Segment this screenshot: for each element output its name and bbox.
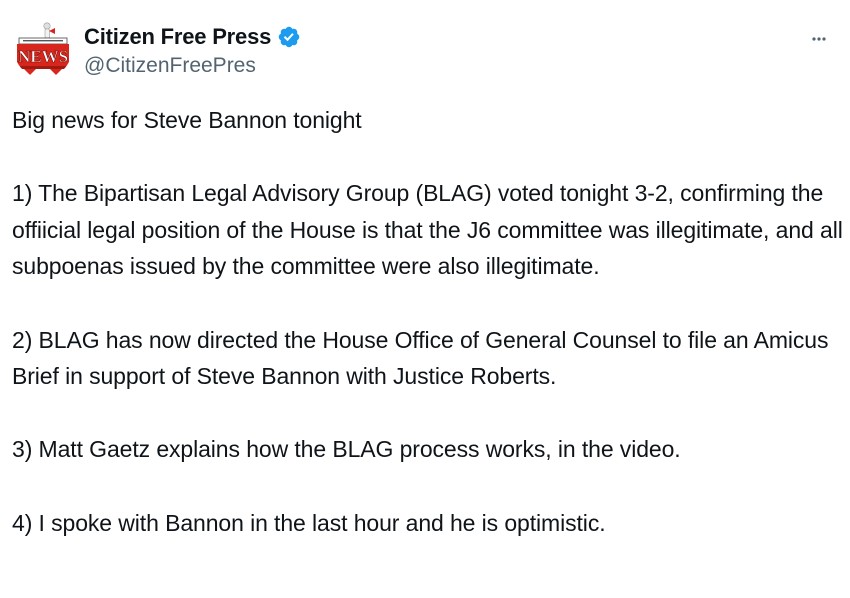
author-handle[interactable]: @CitizenFreePres [84,54,301,78]
newspaper-logo-icon: NEWS [17,22,69,75]
tweet-paragraph: 4) I spoke with Bannon in the last hour … [12,509,606,536]
avatar[interactable]: NEWS [14,20,72,78]
more-options-button[interactable] [808,28,830,50]
tweet-paragraph: 2) BLAG has now directed the House Offic… [12,326,835,390]
tweet-paragraph: Big news for Steve Bannon tonight [12,107,362,133]
tweet-paragraph: 1) The Bipartisan Legal Advisory Group (… [12,180,850,280]
more-horizontal-icon [812,37,826,41]
verified-badge-icon [277,25,301,49]
tweet-header: NEWS Citizen Free Press @CitizenFreePres [14,18,834,82]
tweet-text: Big news for Steve Bannon tonight 1) The… [12,102,847,541]
display-name[interactable]: Citizen Free Press [84,24,271,50]
tweet-paragraph: 3) Matt Gaetz explains how the BLAG proc… [12,436,681,463]
author-names: Citizen Free Press @CitizenFreePres [84,22,301,78]
display-name-row: Citizen Free Press [84,22,301,52]
tweet-card: NEWS Citizen Free Press @CitizenFreePres [0,0,850,598]
avatar-logo-text: NEWS [18,47,68,66]
